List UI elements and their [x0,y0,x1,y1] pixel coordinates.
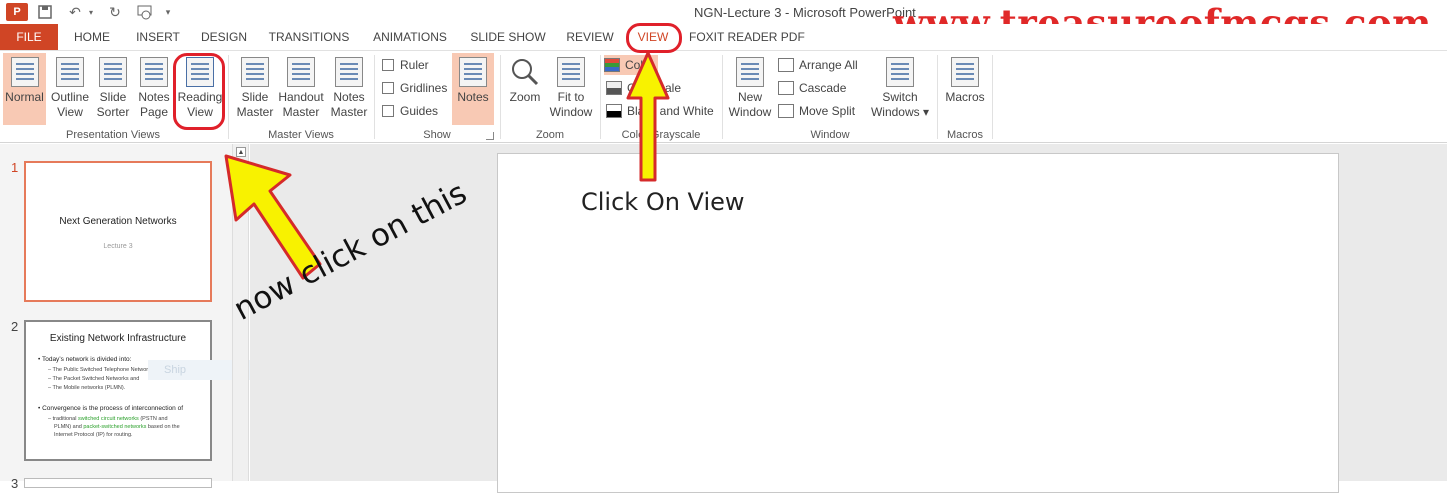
handout-master-button[interactable]: Handout Master [276,53,326,125]
group-separator [500,55,501,139]
checkbox-icon [382,59,394,71]
undo-dropdown-icon[interactable]: ▾ [86,3,96,21]
fit-to-window-button[interactable]: Fit to Window [546,53,596,125]
dialog-launcher-icon[interactable] [486,132,494,140]
switch-windows-button[interactable]: Switch Windows ▾ [868,53,932,125]
switch-windows-icon [886,57,914,87]
slide-title: Next Generation Networks [59,216,177,227]
ribbon-tabs: FILE HOME INSERT DESIGN TRANSITIONS ANIM… [0,24,1447,50]
present-from-start-icon[interactable] [134,3,156,21]
tab-review[interactable]: REVIEW [562,24,618,50]
slide-title: Existing Network Infrastructure [49,333,187,344]
tab-foxit-reader-pdf[interactable]: FOXIT READER PDF [689,24,805,50]
color-icon [604,58,620,72]
normal-button[interactable]: Normal [3,53,46,125]
window-title: NGN-Lecture 3 - Microsoft PowerPoint [694,5,916,20]
group-zoom: Zoom Fit to Window Zoom [502,51,598,143]
notes-page-button[interactable]: Notes Page [134,53,174,125]
new-window-icon [736,57,764,87]
notes-master-icon [335,57,363,87]
group-master-views: Slide Master Handout Master Notes Master… [230,51,372,143]
zoom-button[interactable]: Zoom [504,53,546,125]
arrange-all-button[interactable]: Arrange All [778,55,858,75]
slide-sorter-icon [99,57,127,87]
group-separator [722,55,723,139]
customize-icon[interactable]: ▾ [162,3,174,21]
ruler-checkbox[interactable]: Ruler [382,55,429,75]
group-label: Color/Grayscale [621,129,701,141]
cascade-icon [778,81,794,95]
group-window: New Window Arrange All Cascade Move Spli… [724,51,936,143]
slide-number: 1 [11,160,19,175]
cascade-button[interactable]: Cascade [778,78,846,98]
notes-master-button[interactable]: Notes Master [328,53,370,125]
tab-home[interactable]: HOME [66,24,118,50]
powerpoint-logo-icon: P [6,3,28,21]
highlight-oval-reading-view [173,53,225,130]
move-split-icon [778,104,794,118]
save-icon[interactable] [36,3,54,21]
black-and-white-icon [606,104,622,118]
new-window-button[interactable]: New Window [728,53,772,125]
slide-subtitle: Lecture 3 [103,243,133,250]
tab-slide-show[interactable]: SLIDE SHOW [467,24,549,50]
notes-button[interactable]: Notes [452,53,494,125]
tab-design[interactable]: DESIGN [196,24,252,50]
group-macros: Macros Macros [939,51,991,143]
tab-insert[interactable]: INSERT [130,24,186,50]
normal-view-icon [10,57,39,87]
group-color-grayscale: Color Grayscale Black and White Color/Gr… [602,51,720,143]
redo-icon[interactable]: ↻ [104,3,126,21]
group-label: Master Views [268,129,334,141]
handout-master-icon [287,57,315,87]
black-and-white-button[interactable]: Black and White [606,101,714,121]
arrange-all-icon [778,58,794,72]
group-separator [600,55,601,139]
group-separator [992,55,993,139]
outline-view-icon [56,57,84,87]
magnifier-icon [510,57,540,87]
slide-number: 2 [11,319,19,334]
group-label: Window [810,129,850,141]
group-label: Macros [946,129,984,141]
outline-view-button[interactable]: Outline View [48,53,92,125]
notes-icon [459,57,487,87]
group-label: Zoom [535,129,565,141]
scroll-up-icon[interactable]: ▲ [236,147,246,157]
macros-button[interactable]: Macros [941,53,989,125]
group-show: Ruler Gridlines Guides Notes Show [376,51,498,143]
group-separator [374,55,375,139]
slide-number: 3 [11,476,19,491]
gridlines-checkbox[interactable]: Gridlines [382,78,447,98]
notes-page-icon [140,57,168,87]
annotation-click-on-view: Click On View [581,188,745,216]
slide-thumbnail-2[interactable]: Existing Network Infrastructure • Today’… [24,320,212,461]
checkbox-icon [382,105,394,117]
undo-icon[interactable]: ↶ [64,3,86,21]
fit-to-window-icon [557,57,585,87]
group-separator [937,55,938,139]
move-split-button[interactable]: Move Split [778,101,855,121]
group-separator [228,55,229,139]
slide-master-button[interactable]: Slide Master [234,53,276,125]
tab-file[interactable]: FILE [0,24,58,50]
group-label: Show [423,129,451,141]
checkbox-icon [382,82,394,94]
color-button[interactable]: Color [604,55,658,75]
macros-icon [951,57,979,87]
grayscale-button[interactable]: Grayscale [606,78,681,98]
highlight-oval-view-tab [626,23,682,53]
slide-thumbnail-3[interactable] [24,478,212,488]
slide-master-icon [241,57,269,87]
guides-checkbox[interactable]: Guides [382,101,438,121]
tab-transitions[interactable]: TRANSITIONS [266,24,352,50]
grayscale-icon [606,81,622,95]
slide-thumbnail-1[interactable]: Next Generation Networks Lecture 3 [24,161,212,302]
tab-animations[interactable]: ANIMATIONS [366,24,454,50]
group-label: Presentation Views [66,129,160,141]
slide-sorter-button[interactable]: Slide Sorter [94,53,132,125]
